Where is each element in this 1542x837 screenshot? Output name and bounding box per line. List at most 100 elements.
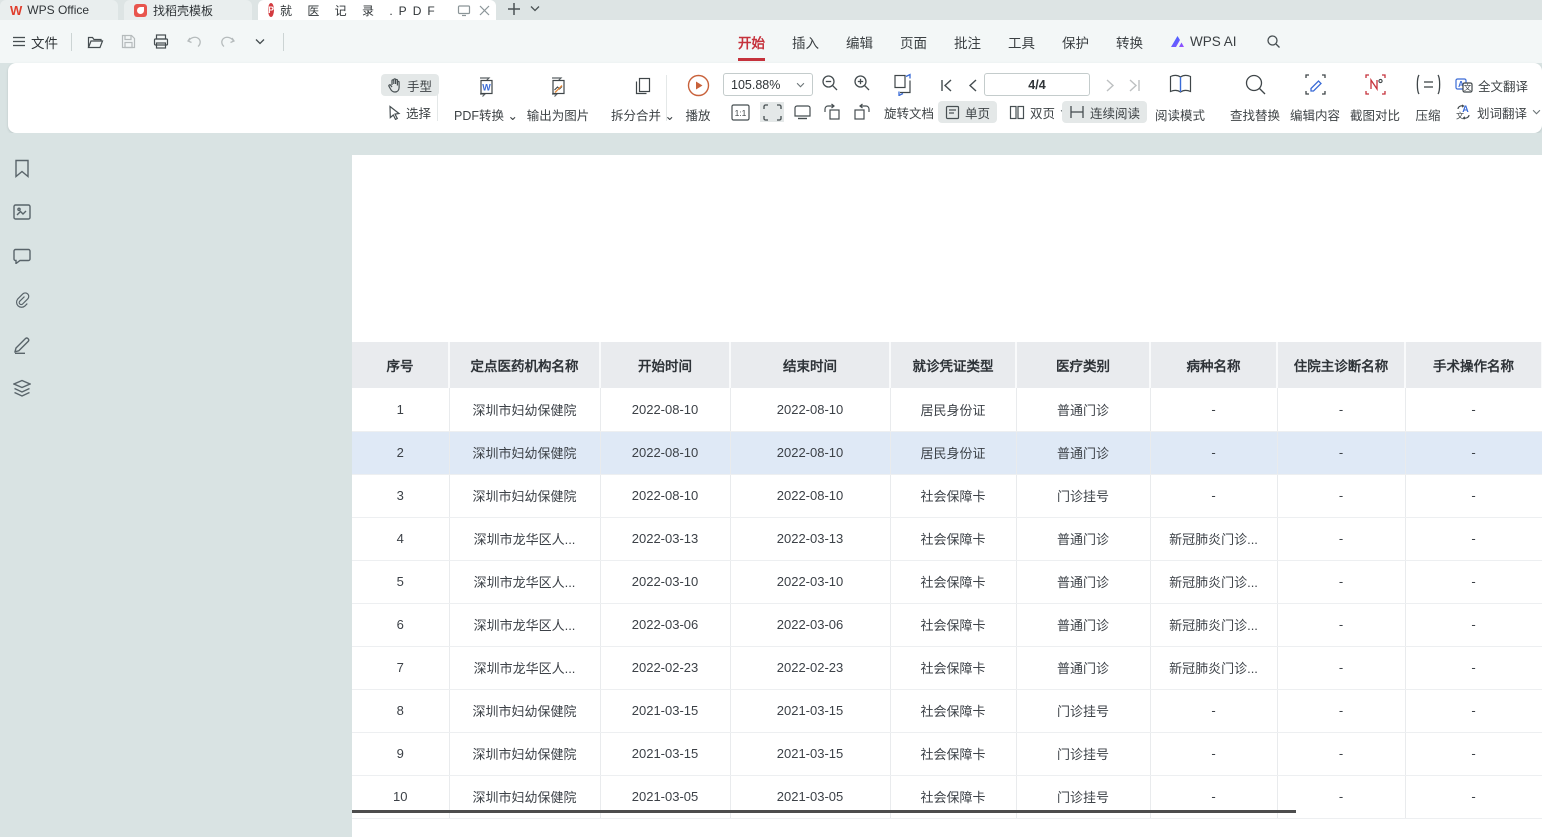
- tab-docer-templates[interactable]: 找稻壳模板: [124, 0, 252, 20]
- bookmarks-panel-icon[interactable]: [11, 157, 33, 179]
- pdf-convert-button[interactable]: W PDF转换 ⌄: [448, 70, 524, 128]
- menu-tab-home[interactable]: 开始: [738, 32, 765, 52]
- wps-ai-icon: [1170, 35, 1185, 48]
- menu-tab-comment[interactable]: 批注: [954, 32, 981, 52]
- table-row: 9深圳市妇幼保健院2021-03-152021-03-15社会保障卡门诊挂号--…: [352, 732, 1542, 775]
- table-row: 1深圳市妇幼保健院2022-08-102022-08-10居民身份证普通门诊--…: [352, 388, 1542, 431]
- continuous-read-button[interactable]: 连续阅读: [1062, 101, 1147, 123]
- split-merge-icon: [630, 73, 656, 99]
- tab-document[interactable]: P 就 医 记 录 .PDF: [258, 0, 496, 20]
- close-tab-icon[interactable]: [479, 5, 490, 16]
- comments-panel-icon[interactable]: [11, 245, 33, 267]
- table-row: 7深圳市龙华区人...2022-02-232022-02-23社会保障卡普通门诊…: [352, 646, 1542, 689]
- table-cell: 社会保障卡: [890, 560, 1016, 603]
- screenshot-compare-button[interactable]: 压缩 截图对比: [1340, 70, 1410, 128]
- zoom-level-select[interactable]: 105.88%: [723, 73, 813, 96]
- open-file-icon[interactable]: [85, 32, 105, 52]
- menu-tab-insert[interactable]: 插入: [792, 32, 819, 52]
- menu-tab-tools[interactable]: 工具: [1008, 32, 1035, 52]
- menu-tab-edit[interactable]: 编辑: [846, 32, 873, 52]
- pdf-convert-icon: W: [473, 73, 499, 99]
- table-cell: 普通门诊: [1016, 560, 1150, 603]
- pdf-convert-label: PDF转换: [454, 109, 504, 123]
- single-page-view-button[interactable]: 单页: [938, 101, 997, 123]
- quick-access-dropdown-icon[interactable]: [250, 32, 270, 52]
- read-mode-button[interactable]: 阅读模式: [1148, 70, 1212, 128]
- embedded-horizontal-scrollbar[interactable]: [352, 810, 1296, 813]
- rotate-document-button[interactable]: 旋转文档: [880, 101, 938, 123]
- compress-button[interactable]: 压缩: [1404, 70, 1452, 128]
- replace-pages-icon[interactable]: [890, 71, 916, 97]
- table-cell: 普通门诊: [1016, 646, 1150, 689]
- thumbnails-panel-icon[interactable]: [11, 201, 33, 223]
- menu-tab-page[interactable]: 页面: [900, 32, 927, 52]
- double-page-label: 双页: [1030, 103, 1055, 122]
- select-tool-button[interactable]: 选择: [381, 101, 438, 123]
- read-mode-label: 阅读模式: [1155, 105, 1205, 124]
- table-cell: 新冠肺炎门诊...: [1150, 517, 1277, 560]
- table-cell: 5: [352, 560, 449, 603]
- table-cell: 7: [352, 646, 449, 689]
- layers-panel-icon[interactable]: [11, 377, 33, 399]
- menu-tab-convert[interactable]: 转换: [1116, 32, 1143, 52]
- hand-tool-button[interactable]: 手型: [381, 74, 439, 96]
- actual-size-button[interactable]: 1:1: [730, 102, 750, 122]
- next-page-button[interactable]: [1100, 75, 1120, 95]
- rotate-right-icon[interactable]: [852, 102, 872, 122]
- play-label: 播放: [685, 105, 710, 124]
- table-header-cell: 手术操作名称: [1405, 342, 1542, 388]
- table-cell: -: [1277, 431, 1405, 474]
- table-cell: -: [1405, 775, 1542, 818]
- table-cell: 2022-03-06: [730, 603, 890, 646]
- undo-icon[interactable]: [184, 32, 204, 52]
- left-panel-sidebar: [0, 133, 44, 837]
- table-row: 8深圳市妇幼保健院2021-03-152021-03-15社会保障卡门诊挂号--…: [352, 689, 1542, 732]
- global-search-icon[interactable]: [1264, 32, 1284, 52]
- menu-bar: 文件 开始 插入 编辑 页面 批注 工具 保护 转换: [0, 20, 1542, 63]
- edit-content-icon: [1303, 73, 1328, 96]
- last-page-button[interactable]: [1124, 75, 1144, 95]
- table-cell: 2021-03-15: [600, 732, 730, 775]
- export-image-button[interactable]: 输出为图片: [516, 70, 600, 128]
- table-cell: -: [1277, 474, 1405, 517]
- play-slideshow-button[interactable]: 播放: [672, 70, 724, 128]
- split-merge-label: 拆分合并: [611, 109, 661, 123]
- read-mode-icon: [1168, 73, 1193, 96]
- table-cell: 新冠肺炎门诊...: [1150, 603, 1277, 646]
- table-cell: 社会保障卡: [890, 646, 1016, 689]
- redo-icon[interactable]: [217, 32, 237, 52]
- new-tab-button[interactable]: [506, 1, 522, 17]
- menu-tab-protect[interactable]: 保护: [1062, 32, 1089, 52]
- attachments-panel-icon[interactable]: [11, 289, 33, 311]
- tab-docer-label: 找稻壳模板: [153, 2, 213, 19]
- share-to-device-icon[interactable]: [457, 4, 471, 17]
- tab-wps-home[interactable]: W WPS Office: [0, 0, 118, 20]
- print-icon[interactable]: [151, 32, 171, 52]
- zoom-out-button[interactable]: [820, 73, 840, 93]
- svg-text:文: 文: [1464, 82, 1472, 92]
- annotate-pen-icon[interactable]: [11, 333, 33, 355]
- word-translate-icon: A文: [1455, 104, 1472, 120]
- full-translate-button[interactable]: A文 全文翻译: [1448, 74, 1535, 96]
- fit-width-button[interactable]: [792, 102, 812, 122]
- page-indicator-value: 4/4: [1028, 78, 1045, 92]
- table-cell: 门诊挂号: [1016, 689, 1150, 732]
- pdf-page[interactable]: 序号定点医药机构名称开始时间结束时间就诊凭证类型医疗类别病种名称住院主诊断名称手…: [352, 155, 1542, 837]
- table-cell: 深圳市妇幼保健院: [449, 732, 600, 775]
- rotate-left-icon[interactable]: [822, 102, 842, 122]
- save-icon[interactable]: [118, 32, 138, 52]
- wps-ai-button[interactable]: WPS AI: [1170, 34, 1237, 49]
- tab-list-dropdown-icon[interactable]: [530, 5, 540, 12]
- first-page-button[interactable]: [936, 75, 956, 95]
- page-indicator-input[interactable]: 4/4: [984, 73, 1090, 96]
- table-cell: 新冠肺炎门诊...: [1150, 560, 1277, 603]
- pdf-file-icon: P: [268, 3, 274, 17]
- file-menu-button[interactable]: 文件: [12, 32, 58, 52]
- previous-page-button[interactable]: [962, 75, 982, 95]
- word-translate-button[interactable]: A文 划词翻译: [1448, 101, 1542, 123]
- zoom-in-button[interactable]: [852, 73, 872, 93]
- table-cell: -: [1277, 388, 1405, 431]
- fit-page-button[interactable]: [760, 102, 784, 122]
- table-cell: 居民身份证: [890, 431, 1016, 474]
- table-cell: -: [1277, 517, 1405, 560]
